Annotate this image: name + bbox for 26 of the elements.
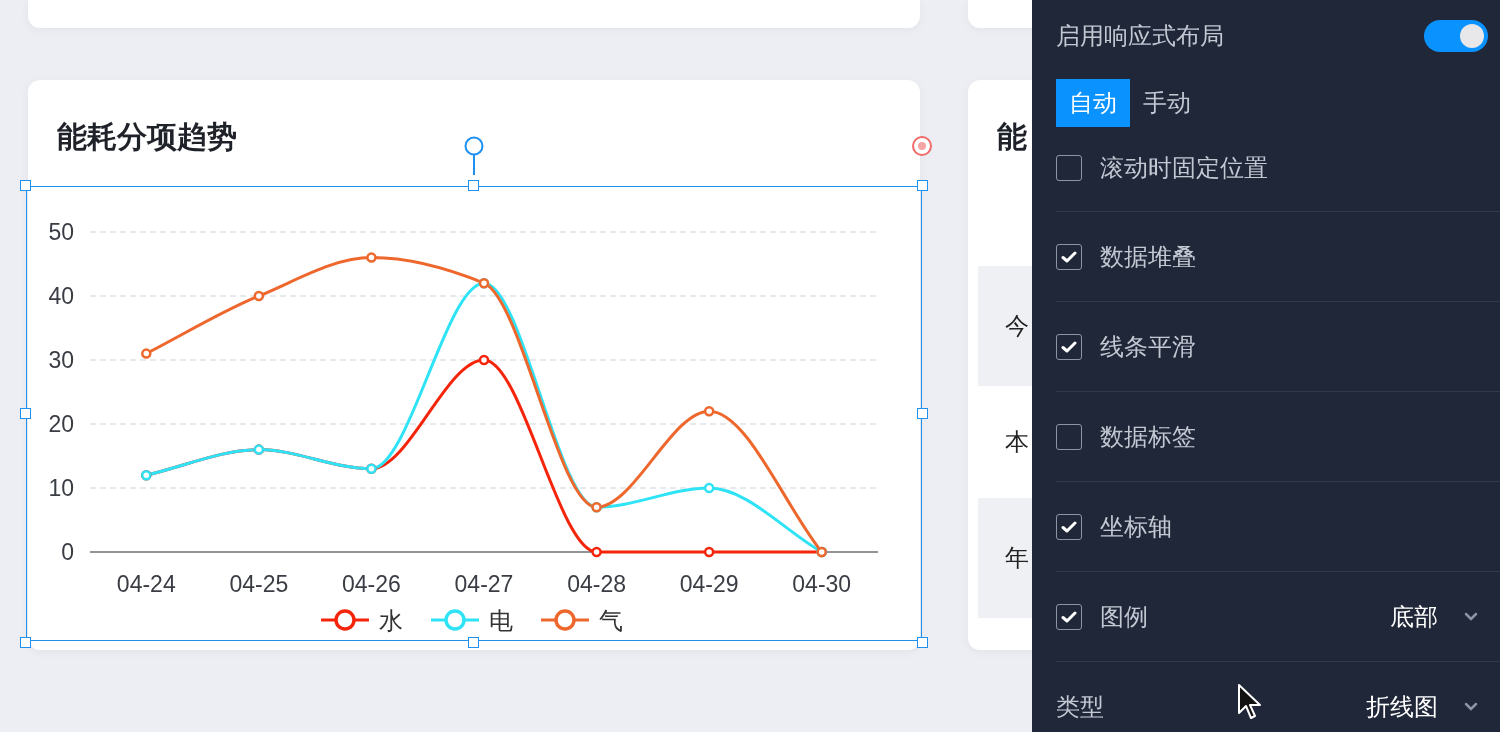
y-axis-label: 30: [48, 347, 74, 373]
option-label: 类型: [1056, 691, 1104, 723]
setting-label: 启用响应式布局: [1056, 21, 1224, 52]
y-axis-label: 20: [48, 411, 74, 437]
y-axis-label: 50: [48, 219, 74, 245]
option-label: 图例: [1100, 601, 1148, 633]
card-title: 能: [997, 118, 1027, 156]
x-axis-label: 04-24: [116, 571, 176, 597]
x-axis-label: 04-25: [229, 571, 289, 597]
option-label: 线条平滑: [1100, 331, 1196, 363]
y-axis-label: 40: [48, 283, 74, 309]
x-axis-label: 04-27: [454, 571, 514, 597]
option-label: 数据堆叠: [1100, 241, 1196, 273]
option-label: 数据标签: [1100, 421, 1196, 453]
option-label: 滚动时固定位置: [1100, 152, 1268, 184]
card-title: 能耗分项趋势: [57, 118, 237, 156]
y-axis-label: 0: [61, 539, 74, 565]
row-label: 本: [1005, 427, 1029, 458]
x-axis-label: 04-26: [342, 571, 401, 597]
row-label: 今: [1005, 311, 1029, 342]
y-axis-label: 10: [48, 475, 74, 501]
row-label: 年: [1005, 543, 1029, 574]
x-axis-label: 04-28: [567, 571, 626, 597]
x-axis-label: 04-29: [679, 571, 739, 597]
x-axis-label: 04-30: [792, 571, 852, 597]
option-label: 坐标轴: [1100, 511, 1172, 543]
